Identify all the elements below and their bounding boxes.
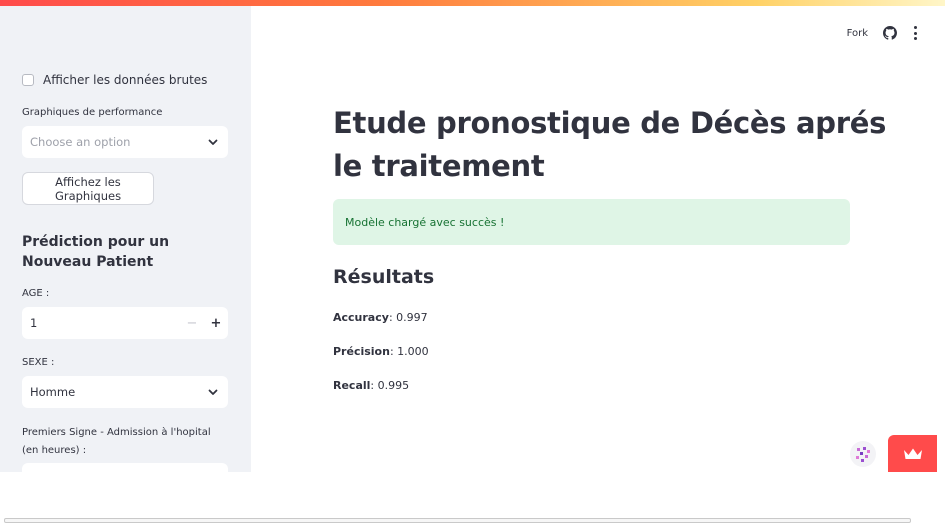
app-window: Afficher les données brutes Graphiques d…: [0, 0, 945, 472]
metric-name: Accuracy: [333, 311, 389, 324]
menu-dot: [913, 26, 917, 29]
fork-link[interactable]: Fork: [847, 28, 868, 39]
chevron-down-icon: [208, 139, 218, 145]
raw-data-checkbox[interactable]: Afficher les données brutes: [22, 73, 207, 87]
first-signs-label: Premiers Signe - Admission à l'hopital (…: [22, 427, 211, 456]
crown-icon: [903, 448, 922, 459]
perf-charts-select[interactable]: Choose an option: [22, 126, 228, 158]
checkbox-box[interactable]: [22, 74, 34, 86]
decrement-button[interactable]: −: [180, 307, 204, 339]
github-icon[interactable]: [883, 26, 897, 40]
show-charts-button[interactable]: Affichez les Graphiques: [22, 172, 154, 205]
metric-name: Précision: [333, 345, 390, 358]
first-signs-input[interactable]: [22, 463, 228, 472]
sexe-select[interactable]: Homme: [22, 376, 228, 408]
chevron-down-icon: [208, 389, 218, 395]
age-stepper: − +: [180, 307, 228, 339]
page-title: Etude pronostique de Décès aprés le trai…: [333, 106, 887, 183]
sexe-value: Homme: [30, 385, 76, 399]
more-vertical-icon[interactable]: [913, 26, 917, 40]
perf-charts-placeholder: Choose an option: [30, 135, 131, 149]
success-alert: Modèle chargé avec succès !: [333, 199, 850, 245]
metric-value: : 1.000: [389, 345, 429, 358]
metric-precision: Précision: 1.000: [333, 345, 429, 358]
metric-accuracy: Accuracy: 0.997: [333, 311, 428, 324]
success-message: Modèle chargé avec succès !: [345, 215, 505, 229]
metric-value: : 0.995: [370, 379, 410, 392]
sexe-label: SEXE :: [22, 357, 55, 368]
metric-value: : 0.997: [388, 311, 428, 324]
age-value[interactable]: 1: [30, 316, 37, 330]
header-actions: Fork: [847, 26, 917, 40]
prediction-heading: Prédiction pour un Nouveau Patient: [22, 234, 170, 270]
increment-button[interactable]: +: [204, 307, 228, 339]
pixel-logo-icon[interactable]: [849, 440, 877, 468]
age-label: AGE :: [22, 288, 50, 299]
perf-charts-label: Graphiques de performance: [22, 107, 163, 118]
crown-button[interactable]: [888, 435, 937, 472]
raw-data-checkbox-label: Afficher les données brutes: [43, 73, 208, 87]
menu-dot: [913, 31, 917, 35]
horizontal-scrollbar[interactable]: [4, 518, 911, 523]
results-heading: Résultats: [333, 266, 435, 288]
metric-recall: Recall: 0.995: [333, 379, 409, 392]
age-number-input[interactable]: 1 − +: [22, 307, 228, 339]
sidebar: Afficher les données brutes Graphiques d…: [0, 6, 251, 472]
main-content: Fork Etude pronostique de Décès aprés le…: [251, 6, 945, 472]
metric-name: Recall: [333, 379, 371, 392]
menu-dot: [913, 37, 917, 40]
